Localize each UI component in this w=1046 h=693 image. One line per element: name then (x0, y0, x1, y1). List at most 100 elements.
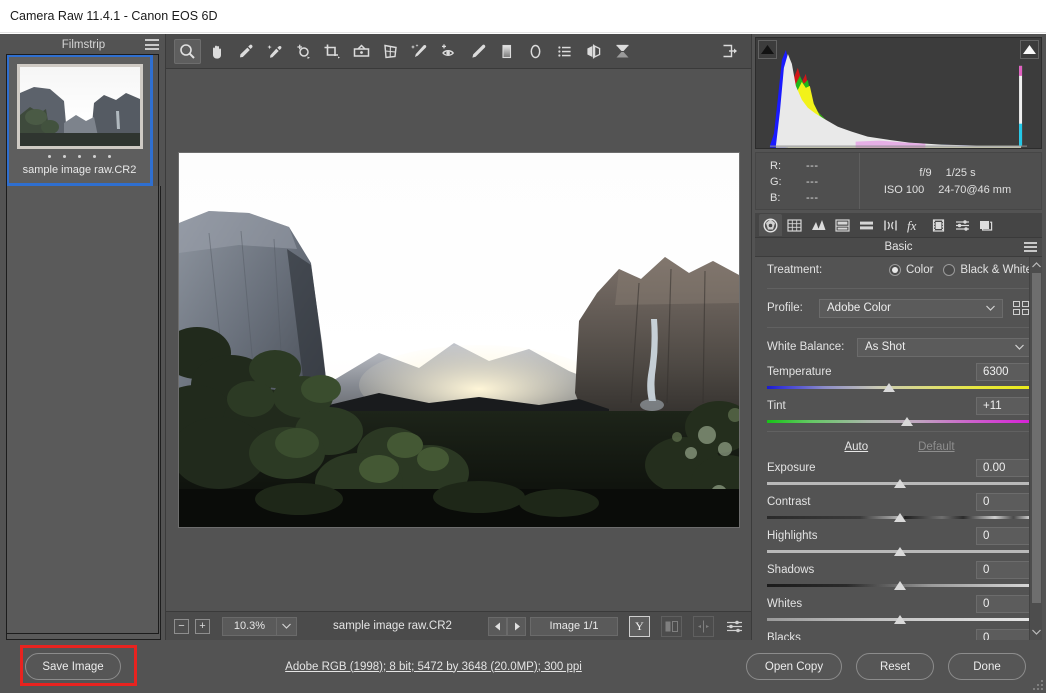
workflow-options-link[interactable]: Adobe RGB (1998); 8 bit; 5472 by 3648 (2… (121, 661, 746, 673)
filmstrip-title: Filmstrip (61, 39, 106, 51)
next-image-button[interactable] (507, 616, 526, 636)
tab-basic[interactable] (759, 214, 782, 236)
zoom-level-select[interactable]: 10.3% (222, 616, 297, 636)
open-copy-button[interactable]: Open Copy (746, 653, 842, 680)
exif-line-1: f/9 1/25 s (860, 167, 1035, 179)
statusbar-preferences-icon[interactable] (726, 619, 743, 634)
zoom-out-button[interactable]: − (174, 618, 189, 634)
treatment-row: Treatment: Color Black & White (767, 257, 1032, 283)
shadows-knob[interactable] (893, 581, 906, 590)
tab-tone-curve[interactable] (783, 214, 806, 236)
preview-toggle-button[interactable]: Y (629, 615, 650, 637)
thumbnail-rating-dots[interactable] (48, 155, 111, 158)
contrast-value[interactable]: 0 (976, 493, 1032, 511)
shadow-clipping-warning[interactable] (758, 40, 777, 59)
tint-track[interactable] (767, 417, 1032, 426)
filmstrip-header: Filmstrip (6, 36, 161, 54)
scrollbar-thumb[interactable] (1032, 273, 1041, 603)
hamburger-menu-icon[interactable] (145, 39, 159, 50)
contrast-head: Contrast 0 (767, 491, 1032, 513)
reset-button[interactable]: Reset (856, 653, 934, 680)
resize-grip[interactable] (1033, 680, 1043, 690)
before-after-toggle[interactable] (661, 615, 682, 637)
targeted-adjustment-tool[interactable] (290, 39, 317, 64)
save-image-button[interactable]: Save Image (25, 653, 121, 680)
panel-tabbar: fx (755, 213, 1042, 238)
default-link[interactable]: Default (918, 441, 954, 453)
rgb-readout: R: --- G: --- B: --- f/9 1/25 s ISO 100 … (755, 152, 1042, 210)
image-canvas[interactable] (166, 69, 751, 611)
contrast-knob[interactable] (893, 513, 906, 522)
open-preferences-tool[interactable] (716, 39, 743, 64)
tab-calibration[interactable] (927, 214, 950, 236)
tab-snapshots[interactable] (975, 214, 998, 236)
graduated-filter-tool[interactable] (493, 39, 520, 64)
blacks-head: Blacks 0 (767, 627, 1032, 640)
exif-readout: f/9 1/25 s ISO 100 24-70@46 mm (860, 153, 1041, 209)
window-titlebar: Camera Raw 11.4.1 - Canon EOS 6D (0, 0, 1046, 33)
white-balance-row: White Balance: As Shot (767, 333, 1032, 361)
rotate-right-tool[interactable] (609, 39, 636, 64)
previous-image-button[interactable] (488, 616, 507, 636)
zoom-tool[interactable] (174, 38, 201, 64)
done-button[interactable]: Done (948, 653, 1026, 680)
tab-effects[interactable]: fx (903, 214, 926, 236)
straighten-tool[interactable] (348, 39, 375, 64)
crop-tool[interactable] (319, 39, 346, 64)
profile-label: Profile: (767, 302, 803, 314)
exposure-knob[interactable] (893, 479, 906, 488)
highlights-value[interactable]: 0 (976, 527, 1032, 545)
shadows-track[interactable] (767, 581, 1032, 590)
preferences-tool[interactable] (551, 39, 578, 64)
tint-knob[interactable] (901, 417, 914, 426)
scroll-down-icon[interactable] (1030, 625, 1042, 639)
exposure-value[interactable]: 0.00 (976, 459, 1032, 477)
rgb-blue-value: --- (806, 192, 819, 204)
white-balance-tool[interactable] (232, 39, 259, 64)
highlights-track[interactable] (767, 547, 1032, 556)
rgb-green-label: G: (770, 176, 782, 188)
auto-link[interactable]: Auto (844, 441, 868, 453)
temperature-knob[interactable] (882, 383, 895, 392)
highlights-knob[interactable] (893, 547, 906, 556)
zoom-in-button[interactable]: + (195, 618, 210, 634)
exposure-track[interactable] (767, 479, 1032, 488)
tab-lens-corrections[interactable] (879, 214, 902, 236)
rotate-left-tool[interactable] (580, 39, 607, 64)
whites-value[interactable]: 0 (976, 595, 1032, 613)
white-balance-select[interactable]: As Shot (857, 337, 1032, 357)
shadows-value[interactable]: 0 (976, 561, 1032, 579)
blacks-value[interactable]: 0 (976, 629, 1032, 640)
temperature-track[interactable] (767, 383, 1032, 392)
tint-value[interactable]: +11 (976, 397, 1032, 415)
adjustment-brush-tool[interactable] (464, 39, 491, 64)
tab-hsl-grayscale[interactable] (831, 214, 854, 236)
tab-split-toning[interactable] (855, 214, 878, 236)
camera-raw-app: Filmstrip sample image raw.CR2 − + 10.3%… (0, 34, 1046, 640)
slider-exposure: Exposure 0.00 (767, 457, 1032, 488)
radial-filter-tool[interactable] (522, 39, 549, 64)
tab-detail[interactable] (807, 214, 830, 236)
spot-removal-tool[interactable] (406, 39, 433, 64)
treatment-color-radio[interactable]: Color (888, 264, 933, 276)
swap-views-button[interactable] (693, 615, 714, 637)
histogram[interactable] (755, 37, 1042, 149)
hand-tool[interactable] (203, 39, 230, 64)
panel-scrollbar[interactable] (1029, 257, 1042, 640)
highlight-clipping-warning[interactable] (1020, 40, 1039, 59)
tab-presets[interactable] (951, 214, 974, 236)
temperature-value[interactable]: 6300 (976, 363, 1032, 381)
scroll-up-icon[interactable] (1030, 258, 1042, 272)
panel-menu-icon[interactable] (1024, 242, 1037, 252)
red-eye-removal-tool[interactable] (435, 39, 462, 64)
treatment-bw-radio[interactable]: Black & White (943, 264, 1032, 276)
transform-tool[interactable] (377, 39, 404, 64)
color-sampler-tool[interactable] (261, 39, 288, 64)
whites-track[interactable] (767, 615, 1032, 624)
filmstrip-thumbnail[interactable]: sample image raw.CR2 (6, 54, 153, 186)
whites-knob[interactable] (893, 615, 906, 624)
thumbnail-filename: sample image raw.CR2 (22, 164, 137, 176)
exif-aperture: f/9 (919, 166, 932, 179)
contrast-track[interactable] (767, 513, 1032, 522)
profile-select[interactable]: Adobe Color (819, 298, 1003, 318)
